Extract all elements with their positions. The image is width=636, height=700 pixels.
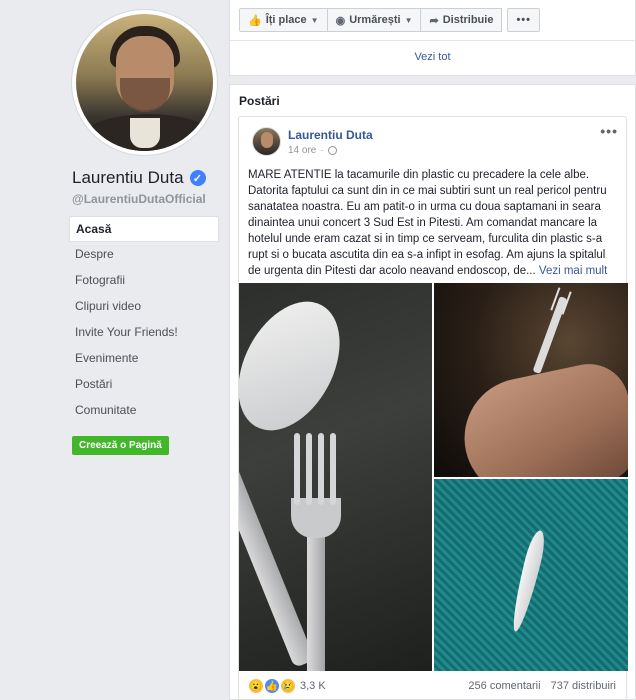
reactions-count: 3,3 K: [300, 680, 326, 692]
post-time-text: 14 ore: [288, 145, 317, 156]
action-bar: 👍 Îți place ▼ ◉ Urmărești ▼ ➦ Distribuie…: [239, 8, 540, 32]
divider: [230, 40, 635, 41]
post-photo-plastic-shard[interactable]: [434, 479, 628, 671]
page-name-text: Laurentiu Duta: [72, 168, 184, 187]
share-icon: ➦: [429, 14, 439, 27]
thumbs-up-icon: 👍: [248, 14, 262, 27]
post-photos: [239, 283, 628, 671]
follow-icon: ◉: [335, 14, 346, 27]
post-options-button[interactable]: •••: [600, 123, 618, 139]
post-stats: 256 comentarii 737 distribuiri: [468, 680, 616, 692]
globe-icon: [327, 146, 337, 155]
shares-count[interactable]: 737 distribuiri: [551, 680, 616, 692]
see-more-link[interactable]: Vezi mai mult: [539, 265, 607, 277]
wow-reaction-icon: 😮: [248, 678, 264, 694]
nav-item-posts[interactable]: Postări: [69, 372, 219, 398]
reactions-summary[interactable]: 😮 👍 😢 3,3 K: [248, 678, 326, 694]
like-page-button[interactable]: 👍 Îți place ▼: [239, 8, 328, 32]
post-timestamp[interactable]: 14 ore ·: [288, 145, 337, 156]
profile-photo: [76, 14, 213, 151]
post-photo-spoon-and-fork[interactable]: [239, 283, 432, 671]
nav-item-community[interactable]: Comunitate: [69, 398, 219, 424]
post-body: MARE ATENTIE la tacamurile din plastic c…: [248, 169, 607, 277]
share-button[interactable]: ➦ Distribuie: [420, 8, 503, 32]
nav-item-about[interactable]: Despre: [69, 242, 219, 268]
sad-reaction-icon: 😢: [280, 678, 296, 694]
chevron-down-icon: ▼: [404, 15, 413, 25]
comments-count[interactable]: 256 comentarii: [468, 680, 540, 692]
nav-item-invite-friends[interactable]: Invite Your Friends!: [69, 320, 219, 346]
chevron-down-icon: ▼: [310, 15, 319, 25]
like-label: Îți place: [265, 14, 307, 26]
post-text: MARE ATENTIE la tacamurile din plastic c…: [248, 167, 620, 279]
posts-section-title: Postări: [239, 94, 280, 108]
profile-picture[interactable]: [72, 10, 217, 155]
page-name[interactable]: Laurentiu Duta ✓: [72, 168, 206, 188]
verified-badge-icon: ✓: [189, 170, 206, 186]
page-actions-card: 👍 Îți place ▼ ◉ Urmărești ▼ ➦ Distribuie…: [229, 0, 636, 76]
see-all-link[interactable]: Vezi tot: [230, 51, 635, 63]
share-label: Distribuie: [442, 14, 494, 26]
nav-item-videos[interactable]: Clipuri video: [69, 294, 219, 320]
page-handle[interactable]: @LaurentiuDutaOfficial: [72, 192, 206, 206]
more-options-button[interactable]: •••: [507, 8, 540, 32]
nav-item-photos[interactable]: Fotografii: [69, 268, 219, 294]
nav-item-home[interactable]: Acasă: [69, 216, 219, 242]
page-nav: Acasă Despre Fotografii Clipuri video In…: [69, 216, 219, 424]
post-photo-broken-fork[interactable]: [434, 283, 628, 477]
create-page-button[interactable]: Creează o Pagină: [72, 436, 169, 455]
follow-label: Urmărești: [349, 14, 401, 26]
post-author-name[interactable]: Laurentiu Duta: [288, 128, 373, 142]
follow-button[interactable]: ◉ Urmărești ▼: [326, 8, 422, 32]
post: Laurentiu Duta 14 ore · ••• MARE ATENTIE…: [238, 116, 628, 700]
like-reaction-icon: 👍: [264, 678, 280, 694]
nav-item-events[interactable]: Evenimente: [69, 346, 219, 372]
post-author-avatar[interactable]: [252, 127, 281, 156]
